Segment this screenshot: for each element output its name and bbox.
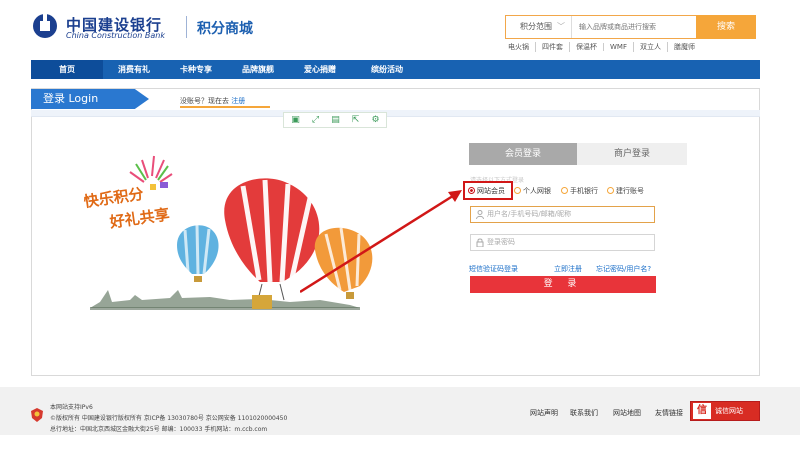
- password-placeholder: 登录密码: [487, 238, 515, 246]
- password-field[interactable]: 登录密码: [470, 234, 655, 251]
- hot-word-link[interactable]: 四件套: [535, 42, 569, 52]
- hot-word-link[interactable]: 电火锅: [508, 42, 535, 52]
- radio-icon: [607, 187, 614, 194]
- username-field[interactable]: 用户名/手机号码/邮箱/昵称: [470, 206, 655, 223]
- lock-icon: [476, 238, 484, 247]
- footer-copyright: ©版权所有 中国建设银行版权所有 京ICP备 13030780号 京公网安备 1…: [50, 415, 288, 422]
- image-icon[interactable]: ▣: [290, 115, 301, 126]
- footer-link-contact[interactable]: 联系我们: [570, 408, 598, 418]
- screenshot-toolbar: ▣ ⤢ ▤ ⇱ ⚙: [283, 112, 387, 128]
- forgot-password-link[interactable]: 忘记密码/用户名?: [596, 264, 651, 274]
- hot-word-link[interactable]: 保温杯: [569, 42, 603, 52]
- trust-mark-icon: 信: [693, 403, 711, 419]
- brand-name-en: China Construction Bank: [66, 31, 165, 40]
- login-button[interactable]: 登 录: [470, 276, 656, 293]
- trust-badge-text: 诚信网站: [715, 407, 743, 415]
- nav-item-home[interactable]: 首页: [31, 60, 103, 79]
- nav-item-charity[interactable]: 爱心捐赠: [289, 60, 351, 79]
- hot-word-link[interactable]: WMF: [603, 43, 633, 51]
- settings-icon[interactable]: ⚙: [370, 115, 381, 126]
- register-tip: 没账号？现在去 注册: [180, 96, 245, 106]
- hot-search-words: 电火锅 四件套 保温杯 WMF 双立人 膳魔师: [508, 42, 701, 52]
- radio-label: 手机银行: [570, 187, 598, 195]
- login-banner: 登录 Login: [31, 89, 149, 109]
- tab-merchant-login[interactable]: 商户登录: [577, 143, 687, 165]
- chevron-down-icon: ﹀: [557, 22, 565, 31]
- radio-label: 个人网银: [523, 187, 551, 195]
- footer-link-statement[interactable]: 网站声明: [530, 408, 558, 418]
- hot-word-link[interactable]: 膳魔师: [667, 42, 701, 52]
- ccb-logo-icon[interactable]: [32, 13, 58, 39]
- username-placeholder: 用户名/手机号码/邮箱/昵称: [487, 210, 572, 218]
- sms-login-link[interactable]: 短信验证码登录: [469, 264, 518, 274]
- mall-title: 积分商城: [197, 21, 253, 37]
- share-icon[interactable]: ⇱: [350, 115, 361, 126]
- nav-item-consumption-gifts[interactable]: 消费有礼: [103, 60, 165, 79]
- footer-address: 总行地址：中国北京西城区金融大街25号 邮编：100033 手机网站：m.ccb…: [50, 426, 268, 433]
- radio-personal-ebank[interactable]: 个人网银: [514, 186, 551, 196]
- radio-ccb-account[interactable]: 建行账号: [607, 186, 644, 196]
- footer-ipv6-note: 本网站支持IPv6: [50, 404, 93, 411]
- search-scope-label: 积分范围: [520, 22, 552, 31]
- radio-label: 建行账号: [616, 187, 644, 195]
- trust-website-badge[interactable]: 信 诚信网站: [690, 401, 760, 421]
- save-icon[interactable]: ▤: [330, 115, 341, 126]
- footer-link-sitemap[interactable]: 网站地图: [613, 408, 641, 418]
- radio-icon: [514, 187, 521, 194]
- search-input[interactable]: [573, 16, 696, 38]
- footer-link-friends[interactable]: 友情链接: [655, 408, 683, 418]
- slogan-line2: 好礼共享: [108, 205, 171, 231]
- register-tip-text: 没账号？现在去: [180, 97, 229, 105]
- search-box: 积分范围 ﹀ 搜索: [505, 15, 756, 39]
- annotation-highlight-box: [463, 181, 513, 200]
- radio-mobile-bank[interactable]: 手机银行: [561, 186, 598, 196]
- quick-register-link[interactable]: 立即注册: [554, 264, 582, 274]
- slogan-line1: 快乐积分: [83, 185, 145, 211]
- police-emblem-icon: [31, 408, 43, 422]
- blue-balloon: [177, 224, 219, 282]
- user-icon: [476, 210, 484, 219]
- register-link[interactable]: 注册: [231, 97, 245, 105]
- nav-item-card-exclusive[interactable]: 卡种专享: [165, 60, 227, 79]
- register-underline: [180, 106, 270, 108]
- search-scope-select[interactable]: 积分范围 ﹀: [506, 16, 572, 38]
- radio-icon: [561, 187, 568, 194]
- nav-item-brand-flagship[interactable]: 品牌旗舰: [227, 60, 289, 79]
- search-button[interactable]: 搜索: [696, 15, 756, 39]
- nav-item-activities[interactable]: 缤纷活动: [351, 60, 423, 79]
- main-nav: 首页 消费有礼 卡种专享 品牌旗舰 爱心捐赠 缤纷活动: [31, 60, 760, 79]
- login-header-bar: [31, 110, 760, 117]
- header-divider: [186, 16, 187, 38]
- tab-member-login[interactable]: 会员登录: [469, 143, 577, 165]
- annotation-arrow: [300, 190, 462, 294]
- expand-icon[interactable]: ⤢: [310, 115, 321, 126]
- hot-word-link[interactable]: 双立人: [633, 42, 667, 52]
